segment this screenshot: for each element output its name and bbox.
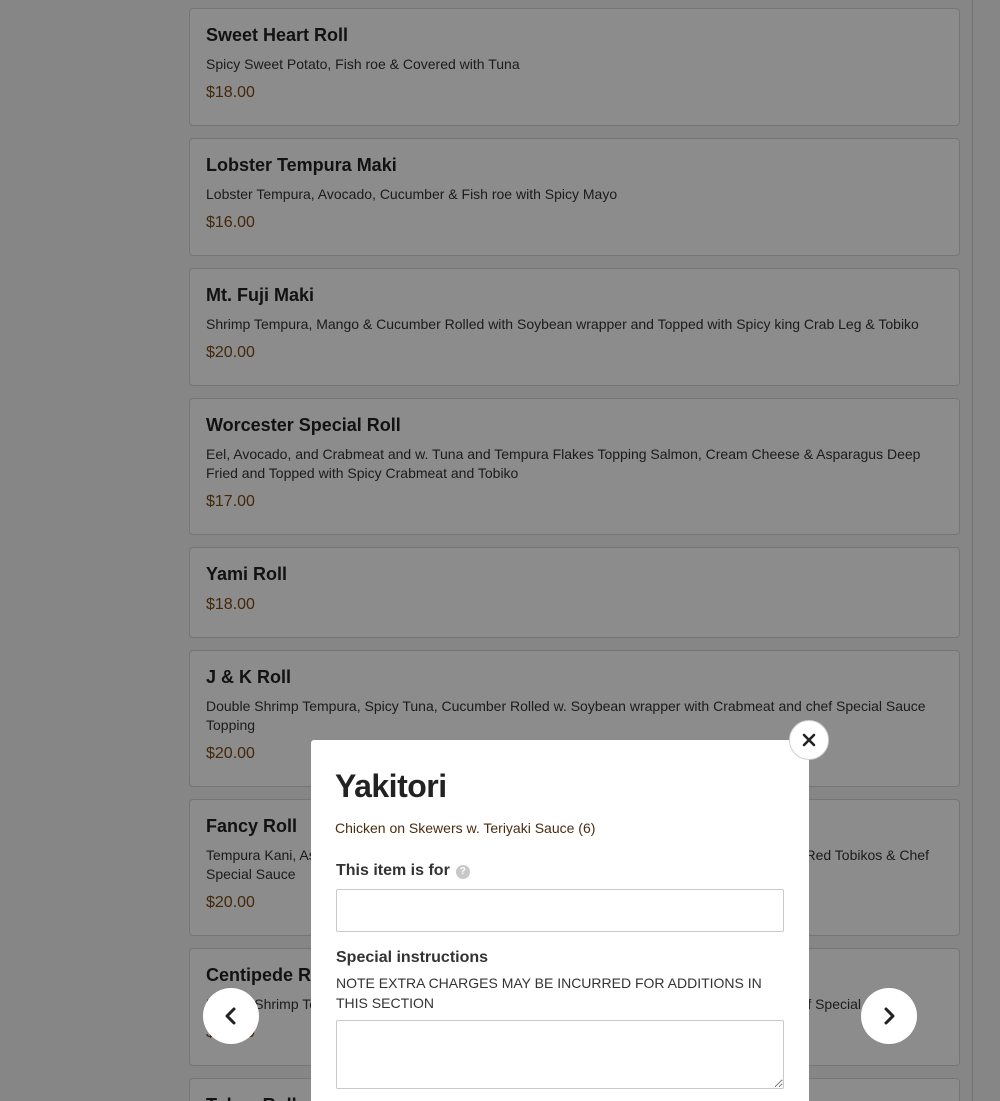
chevron-left-icon: [225, 1007, 236, 1025]
close-dialog-button[interactable]: [789, 720, 829, 760]
special-instructions-note: NOTE EXTRA CHARGES MAY BE INCURRED FOR A…: [336, 975, 762, 1011]
item-dialog-description: Chicken on Skewers w. Teriyaki Sauce (6): [335, 820, 596, 836]
previous-item-button[interactable]: [203, 988, 259, 1044]
item-dialog: Yakitori Chicken on Skewers w. Teriyaki …: [311, 740, 809, 1101]
chevron-right-icon: [884, 1007, 895, 1025]
help-icon[interactable]: ?: [455, 865, 470, 879]
item-dialog-title: Yakitori: [335, 768, 447, 804]
next-item-button[interactable]: [861, 988, 917, 1044]
item-for-label: This item is for?: [336, 862, 785, 880]
item-for-input[interactable]: [336, 889, 784, 932]
item-for-label-text: This item is for: [336, 862, 450, 879]
special-instructions-textarea[interactable]: [336, 1020, 784, 1089]
close-icon: [802, 733, 816, 747]
special-instructions-label: Special instructions: [336, 949, 489, 966]
